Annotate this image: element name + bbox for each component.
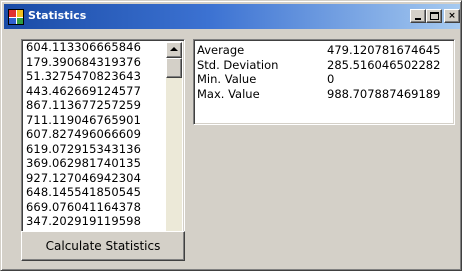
list-item[interactable]: 927.127046942304 bbox=[26, 171, 166, 186]
scroll-thumb[interactable] bbox=[166, 58, 182, 78]
minimize-button[interactable] bbox=[410, 9, 426, 23]
stat-value: 479.120781674645 bbox=[327, 43, 441, 57]
vertical-scrollbar[interactable] bbox=[166, 42, 182, 248]
stat-label: Average bbox=[197, 43, 245, 57]
statistics-panel: Average 479.120781674645 Std. Deviation 285… bbox=[193, 39, 455, 125]
stat-row: Min. Value 0 bbox=[194, 72, 454, 87]
window-title: Statistics bbox=[28, 9, 87, 22]
close-icon: × bbox=[448, 11, 456, 21]
list-item[interactable]: 443.462669124577 bbox=[26, 84, 166, 99]
list-item[interactable]: 369.062981740135 bbox=[26, 156, 166, 171]
list-item[interactable]: 867.113677257259 bbox=[26, 98, 166, 113]
statistics-window: Statistics × 604.113306665846 179.3906843… bbox=[0, 0, 462, 271]
stat-value: 0 bbox=[327, 72, 335, 86]
stat-row: Average 479.120781674645 bbox=[194, 43, 454, 58]
list-item[interactable]: 179.390684319376 bbox=[26, 55, 166, 70]
list-item[interactable]: 711.119046765901 bbox=[26, 113, 166, 128]
list-item[interactable]: 669.076041164378 bbox=[26, 200, 166, 215]
list-item[interactable]: 619.072915343136 bbox=[26, 142, 166, 157]
title-bar[interactable]: Statistics × bbox=[4, 4, 460, 29]
stat-row: Std. Deviation 285.516046502282 bbox=[194, 58, 454, 73]
stat-value: 988.707887469189 bbox=[327, 86, 441, 101]
close-button[interactable]: × bbox=[444, 9, 460, 23]
list-item[interactable]: 51.3275470823643 bbox=[26, 69, 166, 84]
list-item[interactable]: 347.202919119598 bbox=[26, 214, 166, 229]
arrow-up-icon bbox=[170, 47, 178, 51]
stat-row: Max. Value 988.707887469189 bbox=[194, 87, 454, 102]
list-item[interactable]: 604.113306665846 bbox=[26, 40, 166, 55]
app-icon bbox=[8, 9, 24, 25]
values-list: 604.113306665846 179.390684319376 51.32754… bbox=[26, 40, 166, 229]
list-item[interactable]: 607.827496066609 bbox=[26, 127, 166, 142]
values-listbox[interactable]: 604.113306665846 179.390684319376 51.32754… bbox=[21, 39, 185, 251]
maximize-button[interactable] bbox=[426, 9, 442, 23]
maximize-icon bbox=[430, 12, 439, 20]
list-item[interactable]: 648.145541850545 bbox=[26, 185, 166, 200]
stat-value: 285.516046502282 bbox=[327, 57, 441, 72]
stat-label: Min. Value bbox=[197, 72, 257, 86]
scroll-up-button[interactable] bbox=[166, 42, 182, 58]
stat-label: Std. Deviation bbox=[197, 57, 279, 72]
minimize-icon bbox=[415, 18, 421, 20]
stat-label: Max. Value bbox=[197, 86, 260, 101]
calculate-statistics-button[interactable]: Calculate Statistics bbox=[21, 231, 185, 261]
